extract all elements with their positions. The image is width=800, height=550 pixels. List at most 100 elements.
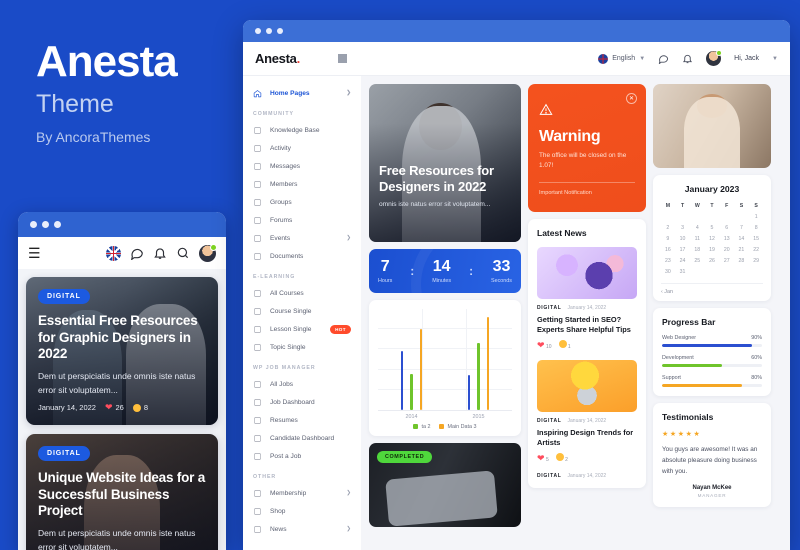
calendar-grid[interactable]: M T W T F S S 1 2 3 4 5 6 7 8 9 10 11 12 13 14 15 16 17 18 19 20 21… [661, 201, 763, 277]
sidebar-item-course-single[interactable]: Course Single [243, 302, 361, 320]
sidebar-item-all-courses[interactable]: All Courses [243, 284, 361, 302]
sidebar-item-activity[interactable]: Activity [243, 139, 361, 157]
content-column-news: ✕ Warning The office will be closed on t… [528, 84, 646, 542]
sidebar-item-news[interactable]: News ❯ [243, 520, 361, 538]
calendar-day[interactable]: 2 [661, 223, 675, 233]
chevron-down-icon[interactable]: ▼ [772, 56, 778, 62]
calendar-day[interactable]: 28 [735, 256, 749, 266]
calendar-day[interactable]: 9 [661, 234, 675, 244]
news-list-item[interactable]: DIGITAL January 14, 2022 Getting Started… [537, 247, 637, 351]
close-icon[interactable]: ✕ [626, 93, 637, 104]
article-excerpt: Dem ut perspiciatis unde omnis iste natu… [38, 528, 196, 550]
chat-icon[interactable] [130, 246, 144, 260]
calendar-day[interactable]: 7 [735, 223, 749, 233]
app-logo[interactable]: Anesta. [255, 51, 300, 66]
logo-dot: . [296, 51, 301, 66]
menu-icon[interactable]: ☰ [28, 245, 48, 262]
sidebar-item-label: Topic Single [270, 343, 306, 351]
sidebar-item-resumes[interactable]: Resumes [243, 411, 361, 429]
content-column-main: Free Resources for Designers in 2022 omn… [369, 84, 521, 542]
category-badge[interactable]: DIGITAL [38, 446, 90, 461]
sidebar-item-topic-single[interactable]: Topic Single [243, 338, 361, 356]
progress-label: Support [662, 375, 681, 381]
news-list-item[interactable]: DIGITAL January 14, 2022 Inspiring Desig… [537, 359, 637, 464]
category-badge[interactable]: DIGITAL [38, 289, 90, 304]
user-greeting[interactable]: Hi, Jack [734, 55, 759, 62]
sidebar-item-members[interactable]: Members [243, 175, 361, 193]
sidebar-item-forums[interactable]: Forums [243, 211, 361, 229]
calendar-day[interactable]: 12 [705, 234, 719, 244]
calendar-day[interactable]: 27 [720, 256, 734, 266]
sidebar-item-knowledge-base[interactable]: Knowledge Base [243, 121, 361, 139]
sidebar-item-groups[interactable]: Groups [243, 193, 361, 211]
calendar-day[interactable]: 18 [690, 245, 704, 255]
like-stat[interactable]: ❤ 10 [537, 340, 552, 351]
calendar-day[interactable]: 20 [720, 245, 734, 255]
grid-toggle-icon[interactable] [337, 54, 347, 63]
news-category[interactable]: DIGITAL [537, 418, 562, 424]
calendar-day[interactable]: 26 [705, 256, 719, 266]
chart-legend-item[interactable]: ta 2 [413, 424, 430, 430]
calendar-day[interactable]: 13 [720, 234, 734, 244]
bell-icon[interactable] [153, 246, 167, 260]
calendar-day[interactable]: 17 [676, 245, 690, 255]
widget-heading: Testimonials [662, 412, 714, 422]
calendar-day[interactable]: 31 [676, 267, 690, 277]
chevron-right-icon: ❯ [346, 526, 351, 532]
calendar-day[interactable]: 29 [749, 256, 763, 266]
sidebar-item-all-jobs[interactable]: All Jobs [243, 375, 361, 393]
comment-stat[interactable]: 2 [555, 453, 568, 463]
calendar-day[interactable]: 10 [676, 234, 690, 244]
calendar-day[interactable]: 5 [705, 223, 719, 233]
calendar-day[interactable]: 23 [661, 256, 675, 266]
avatar[interactable] [706, 50, 723, 66]
calendar-day[interactable]: 19 [705, 245, 719, 255]
news-list-item[interactable]: DIGITAL January 14, 2022 [537, 473, 637, 479]
calendar-day[interactable]: 15 [749, 234, 763, 244]
news-category[interactable]: DIGITAL [537, 305, 562, 311]
calendar-day[interactable]: 11 [690, 234, 704, 244]
calendar-day[interactable]: 25 [690, 256, 704, 266]
sidebar-item-lesson-single[interactable]: Lesson Single HOT [243, 320, 361, 338]
briefcase-icon [254, 380, 261, 388]
sidebar-item-messages[interactable]: Messages [243, 157, 361, 175]
calendar-day[interactable]: 4 [690, 223, 704, 233]
sidebar-item-post-a-job[interactable]: Post a Job [243, 447, 361, 465]
calendar-day[interactable]: 22 [749, 245, 763, 255]
calendar-day[interactable]: 30 [661, 267, 675, 277]
sidebar-item-home-pages[interactable]: Home Pages ❯ [243, 84, 361, 102]
comment-stat[interactable]: 1 [558, 340, 571, 350]
calendar-day[interactable]: 14 [735, 234, 749, 244]
like-stat[interactable]: ❤ 5 [537, 453, 549, 464]
completed-task-card[interactable]: COMPLETED [369, 443, 521, 527]
sidebar-item-documents[interactable]: Documents [243, 247, 361, 265]
sidebar-item-candidate-dashboard[interactable]: Candidate Dashboard [243, 429, 361, 447]
chart-legend-item[interactable]: Main Data 3 [439, 424, 477, 430]
calendar-prev-link[interactable]: ‹ Jan [661, 283, 763, 295]
calendar-day[interactable]: 21 [735, 245, 749, 255]
sidebar-item-membership[interactable]: Membership ❯ [243, 484, 361, 502]
calendar-day[interactable]: 24 [676, 256, 690, 266]
clock-icon [254, 307, 261, 315]
avatar[interactable] [199, 243, 217, 262]
calendar-day[interactable]: 6 [720, 223, 734, 233]
sidebar-item-job-dashboard[interactable]: Job Dashboard [243, 393, 361, 411]
comment-stat[interactable]: 8 [132, 403, 148, 412]
calendar-day[interactable]: 3 [676, 223, 690, 233]
calendar-day[interactable]: 16 [661, 245, 675, 255]
flag-uk-icon[interactable] [106, 245, 121, 261]
hero-article-card[interactable]: Free Resources for Designers in 2022 omn… [369, 84, 521, 242]
featured-photo-card[interactable] [653, 84, 771, 168]
calendar-day[interactable]: 1 [749, 212, 763, 222]
like-stat[interactable]: ❤ 26 [105, 402, 124, 413]
language-selector[interactable]: English ▼ [598, 53, 645, 64]
sidebar-item-events[interactable]: Events ❯ [243, 229, 361, 247]
calendar-day[interactable]: 8 [749, 223, 763, 233]
chat-icon[interactable] [658, 53, 669, 64]
mobile-article-card[interactable]: DIGITAL Unique Website Ideas for a Succe… [26, 434, 218, 550]
search-icon[interactable] [176, 246, 190, 260]
news-category[interactable]: DIGITAL [537, 473, 562, 479]
mobile-article-card[interactable]: DIGITAL Essential Free Resources for Gra… [26, 277, 218, 425]
sidebar-item-shop[interactable]: Shop [243, 502, 361, 520]
bell-icon[interactable] [682, 53, 693, 64]
